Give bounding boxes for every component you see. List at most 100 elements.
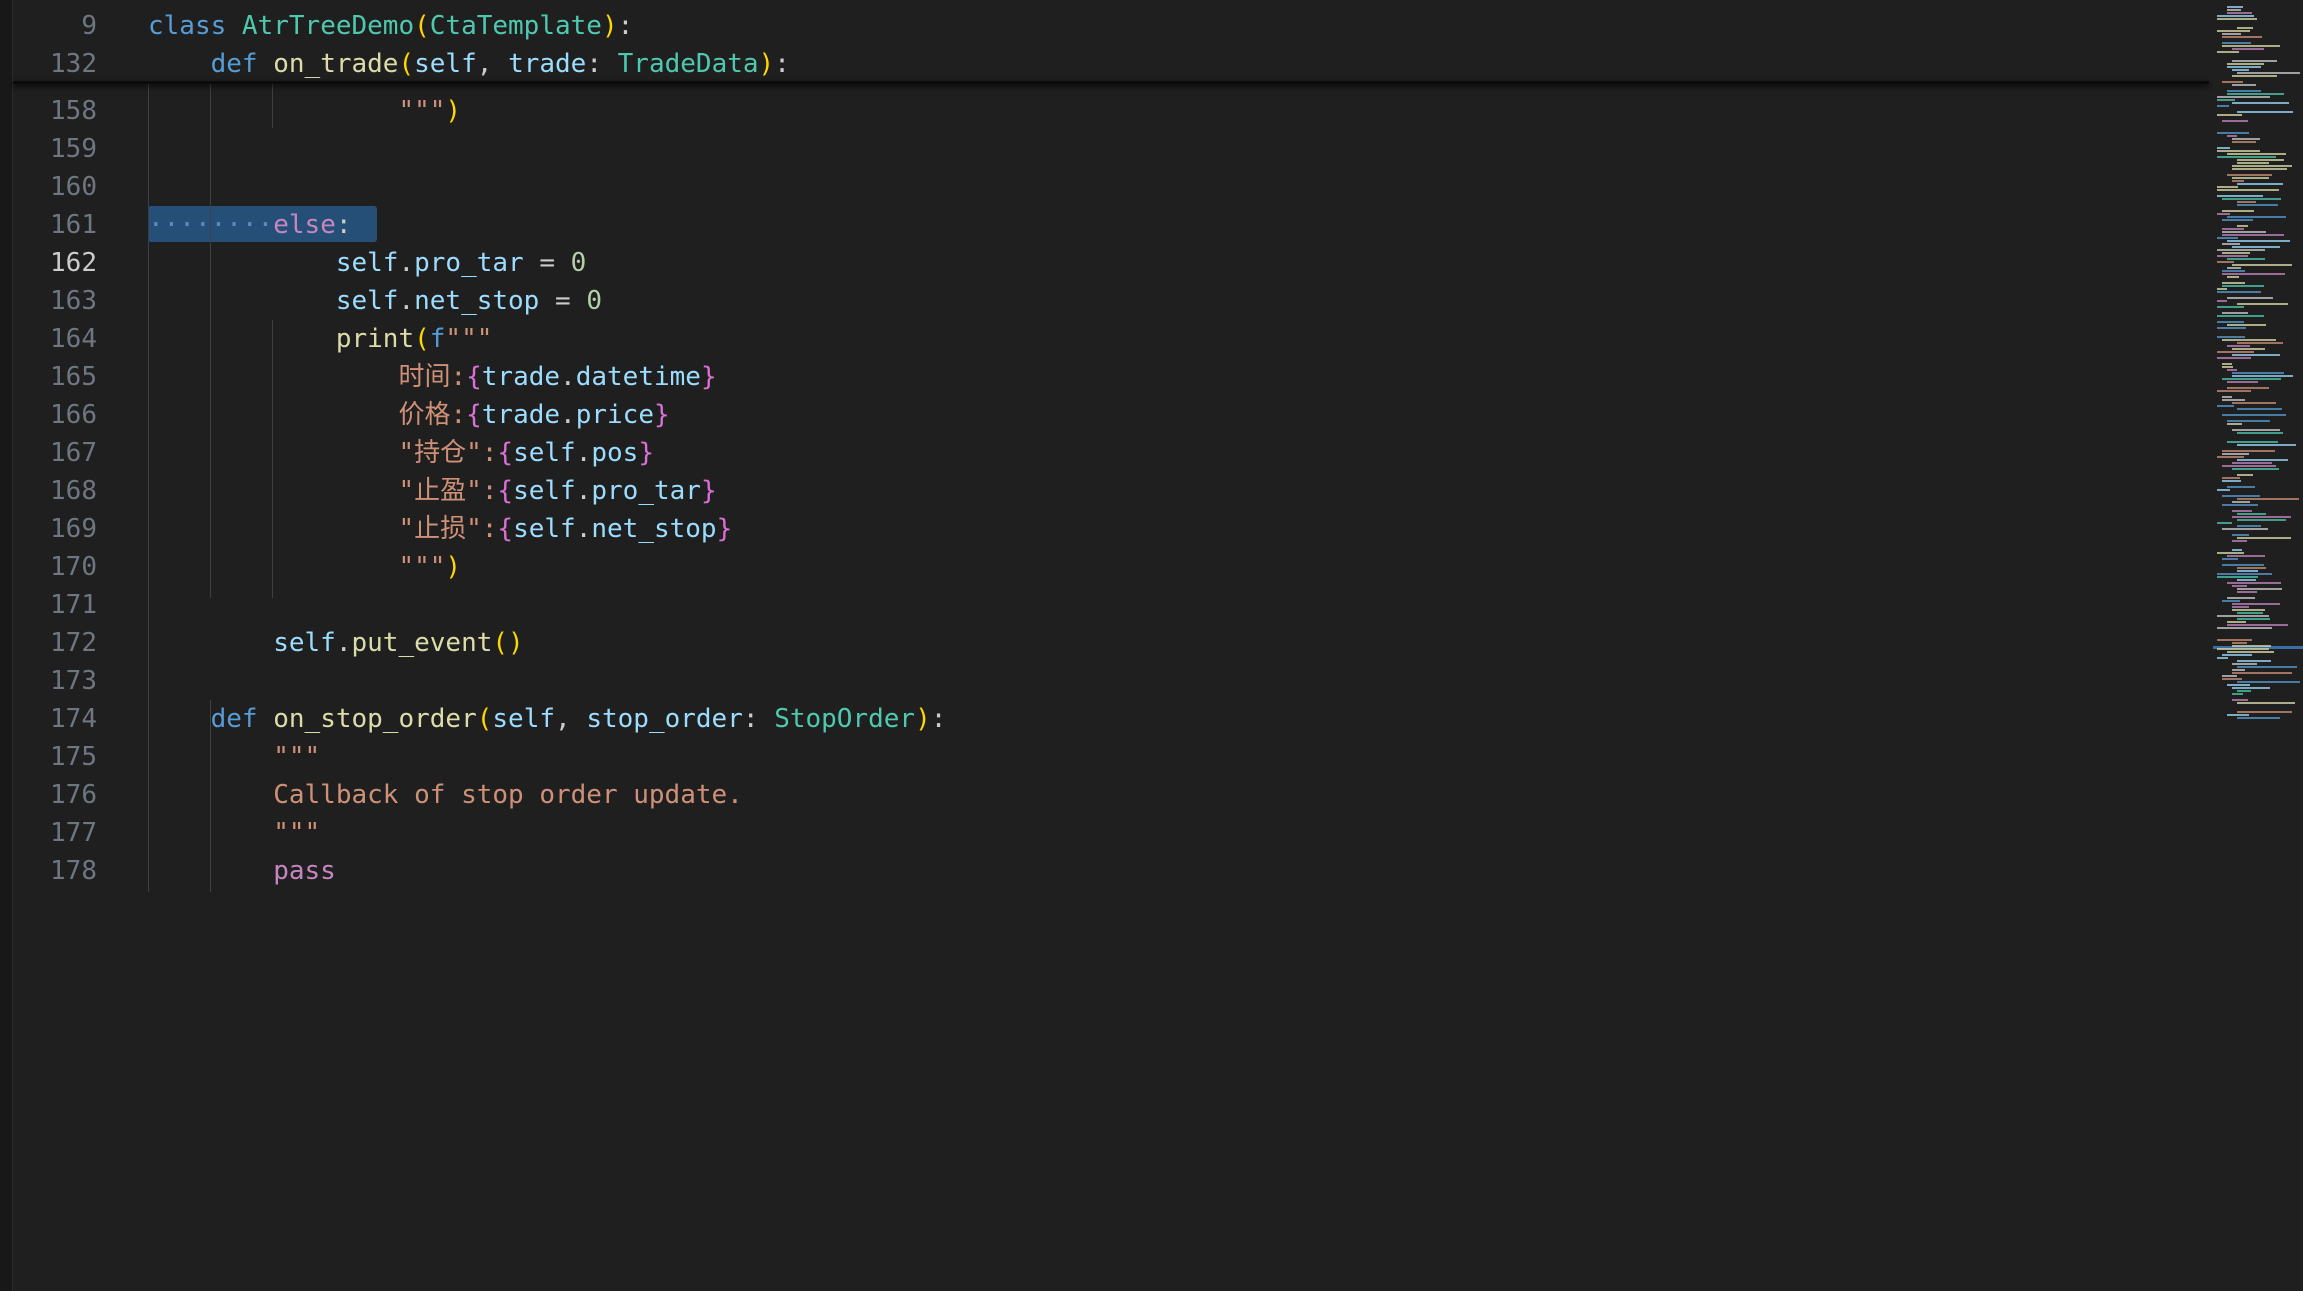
- minimap-line: [2222, 477, 2240, 479]
- code-text: "持仓":{self.pos}: [148, 434, 654, 472]
- code-line[interactable]: 169 "止损":{self.net_stop}: [13, 510, 2203, 548]
- minimap-line: [2227, 66, 2261, 68]
- code-text: def on_stop_order(self, stop_order: Stop…: [148, 700, 947, 738]
- code-line[interactable]: 163 self.net_stop = 0: [13, 282, 2203, 320]
- minimap-line: [2232, 84, 2256, 86]
- minimap-line: [2217, 114, 2242, 116]
- code-text: 价格:{trade.price}: [148, 396, 669, 434]
- minimap-line: [2217, 648, 2269, 650]
- minimap-line: [2237, 225, 2248, 227]
- minimap-line: [2237, 474, 2253, 476]
- code-line[interactable]: 175 """: [13, 738, 2203, 776]
- code-line[interactable]: 162 self.pro_tar = 0: [13, 244, 2203, 282]
- minimap-line: [2222, 270, 2245, 272]
- code-token: CtaTemplate: [429, 11, 602, 41]
- code-editor[interactable]: 9 class AtrTreeDemo(CtaTemplate): 132 def …: [13, 0, 2213, 1291]
- minimap-line: [2232, 501, 2250, 503]
- code-line[interactable]: 173: [13, 662, 2203, 700]
- minimap-line: [2217, 315, 2264, 317]
- code-token: ,: [476, 49, 509, 79]
- minimap-line: [2227, 6, 2243, 8]
- minimap-line: [2227, 90, 2261, 92]
- code-token: {: [466, 400, 482, 430]
- code-token: :: [774, 49, 790, 79]
- minimap-line: [2217, 405, 2234, 407]
- minimap-line: [2237, 612, 2263, 614]
- minimap-line: [2227, 276, 2239, 278]
- minimap-line: [2227, 582, 2281, 584]
- minimap-line: [2232, 699, 2248, 701]
- code-line[interactable]: 177 """: [13, 814, 2203, 852]
- code-token: ): [601, 11, 618, 41]
- minimap-line: [2222, 231, 2266, 233]
- minimap-line: [2227, 381, 2258, 383]
- code-token: self: [492, 704, 556, 734]
- code-token: .: [335, 628, 352, 658]
- minimap-line: [2232, 180, 2244, 182]
- code-line[interactable]: 172 self.put_event(): [13, 624, 2203, 662]
- code-line[interactable]: 9 class AtrTreeDemo(CtaTemplate):: [13, 7, 2203, 45]
- code-line[interactable]: 178 pass: [13, 852, 2203, 890]
- code-text: """): [148, 92, 461, 130]
- minimap-line: [2217, 321, 2244, 323]
- minimap-line: [2232, 585, 2247, 587]
- code-line[interactable]: 167 "持仓":{self.pos}: [13, 434, 2203, 472]
- minimap-line: [2217, 390, 2251, 392]
- code-line[interactable]: 171: [13, 586, 2203, 624]
- line-number: 169: [50, 514, 97, 544]
- minimap-line: [2232, 549, 2242, 551]
- code-line[interactable]: 132 def on_trade(self, trade: TradeData)…: [13, 45, 2203, 83]
- minimap-line: [2227, 216, 2286, 218]
- minimap-line: [2237, 591, 2257, 593]
- code-token: datetime: [575, 362, 701, 392]
- code-line[interactable]: 161 ········else:: [13, 206, 2203, 244]
- code-line[interactable]: 159: [13, 130, 2203, 168]
- code-line[interactable]: 165 时间:{trade.datetime}: [13, 358, 2203, 396]
- line-number: 167: [50, 438, 97, 468]
- code-text: def on_trade(self, trade: TradeData):: [148, 45, 790, 83]
- code-token: on_stop_order: [273, 704, 477, 734]
- code-token: 0: [570, 248, 587, 278]
- code-line[interactable]: 176 Callback of stop order update.: [13, 776, 2203, 814]
- minimap-line: [2217, 615, 2269, 617]
- line-number: 132: [50, 49, 97, 79]
- code-token: :: [335, 210, 352, 240]
- minimap[interactable]: [2213, 0, 2303, 1291]
- minimap-line: [2237, 567, 2266, 569]
- minimap-line: [2222, 243, 2240, 245]
- minimap-line: [2222, 228, 2244, 230]
- code-line[interactable]: 158 """): [13, 92, 2203, 130]
- code-token: trade: [508, 49, 587, 79]
- minimap-line: [2237, 444, 2296, 446]
- code-token: {: [497, 514, 514, 544]
- code-token: .: [560, 400, 576, 430]
- code-text: "止盈":{self.pro_tar}: [148, 472, 716, 510]
- code-text: 时间:{trade.datetime}: [148, 358, 716, 396]
- minimap-line: [2217, 657, 2228, 659]
- code-token: self: [513, 476, 576, 506]
- line-number: 164: [50, 324, 97, 354]
- minimap-line: [2217, 18, 2257, 20]
- minimap-line: [2227, 153, 2286, 155]
- minimap-line: [2237, 519, 2286, 521]
- code-text: Callback of stop order update.: [148, 776, 743, 814]
- minimap-line: [2217, 189, 2279, 191]
- line-number: 159: [50, 134, 97, 164]
- code-token: {: [497, 438, 514, 468]
- code-line[interactable]: 170 """): [13, 548, 2203, 586]
- code-token: "止盈":: [148, 476, 498, 506]
- code-line[interactable]: 166 价格:{trade.price}: [13, 396, 2203, 434]
- minimap-line: [2227, 297, 2273, 299]
- minimap-line: [2217, 306, 2244, 308]
- minimap-line: [2237, 579, 2256, 581]
- code-text: self.pro_tar = 0: [148, 244, 586, 282]
- code-line[interactable]: 160: [13, 168, 2203, 206]
- code-text: ········else:: [148, 206, 352, 244]
- code-line[interactable]: 174 def on_stop_order(self, stop_order: …: [13, 700, 2203, 738]
- minimap-line: [2217, 300, 2227, 302]
- minimap-line: [2232, 138, 2260, 140]
- code-line[interactable]: 168 "止盈":{self.pro_tar}: [13, 472, 2203, 510]
- code-line[interactable]: 164 print(f""": [13, 320, 2203, 358]
- minimap-line: [2227, 420, 2270, 422]
- minimap-line: [2217, 132, 2249, 134]
